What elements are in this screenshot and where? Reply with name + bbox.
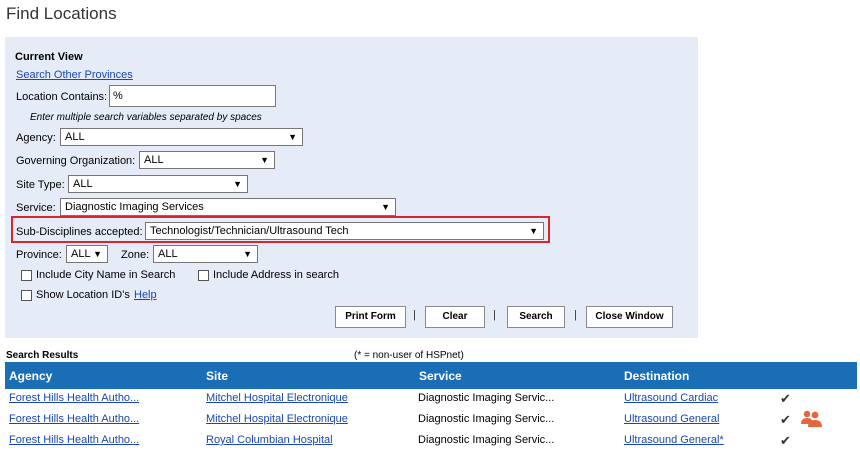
include-address-label: Include Address in search xyxy=(213,269,339,281)
table-row: Forest Hills Health Autho... Royal Colum… xyxy=(5,430,857,451)
search-results-title: Search Results xyxy=(6,350,79,361)
governing-org-select[interactable]: ALL ▼ xyxy=(139,151,275,169)
governing-org-label: Governing Organization: xyxy=(16,155,136,167)
chevron-down-icon: ▼ xyxy=(93,249,102,259)
search-form-panel: Current View Search Other Provinces Loca… xyxy=(5,37,698,338)
column-header-agency[interactable]: Agency xyxy=(9,369,52,383)
agency-link[interactable]: Forest Hills Health Autho... xyxy=(9,413,139,425)
service-select[interactable]: Diagnostic Imaging Services ▼ xyxy=(60,198,396,216)
service-label: Service: xyxy=(16,202,56,214)
section-title: Current View xyxy=(15,51,83,63)
chevron-down-icon: ▼ xyxy=(243,249,252,259)
agency-label: Agency: xyxy=(16,132,56,144)
print-form-button[interactable]: Print Form xyxy=(335,306,406,328)
service-select-value: Diagnostic Imaging Services xyxy=(65,201,204,213)
show-location-ids-checkbox[interactable] xyxy=(21,290,32,301)
service-cell: Diagnostic Imaging Servic... xyxy=(418,434,555,446)
agency-select-value: ALL xyxy=(65,131,85,143)
site-type-label: Site Type: xyxy=(16,179,65,191)
search-button[interactable]: Search xyxy=(507,306,565,328)
results-table-header: Agency Site Service Destination xyxy=(5,362,857,389)
destination-link[interactable]: Ultrasound General xyxy=(624,413,719,425)
search-hint: Enter multiple search variables separate… xyxy=(30,112,262,123)
site-type-select-value: ALL xyxy=(73,178,93,190)
service-cell: Diagnostic Imaging Servic... xyxy=(418,413,555,425)
destination-link[interactable]: Ultrasound Cardiac xyxy=(624,392,718,404)
location-contains-label: Location Contains: xyxy=(16,91,108,103)
button-separator: | xyxy=(413,309,416,321)
province-select[interactable]: ALL ▼ xyxy=(66,245,108,263)
results-note: (* = non-user of HSPnet) xyxy=(354,350,464,361)
show-location-ids-label: Show Location ID's xyxy=(36,289,130,301)
destination-link[interactable]: Ultrasound General* xyxy=(624,434,724,446)
close-window-button[interactable]: Close Window xyxy=(586,306,673,328)
agency-link[interactable]: Forest Hills Health Autho... xyxy=(9,434,139,446)
service-cell: Diagnostic Imaging Servic... xyxy=(418,392,555,404)
chevron-down-icon: ▼ xyxy=(233,179,242,189)
chevron-down-icon: ▼ xyxy=(260,155,269,165)
sub-disciplines-highlight xyxy=(11,216,550,243)
people-group-icon[interactable] xyxy=(800,409,824,428)
help-link[interactable]: Help xyxy=(134,289,157,301)
chevron-down-icon: ▼ xyxy=(288,132,297,142)
site-link[interactable]: Royal Columbian Hospital xyxy=(206,434,333,446)
column-header-destination[interactable]: Destination xyxy=(624,369,689,383)
zone-select[interactable]: ALL ▼ xyxy=(153,245,258,263)
page-title: Find Locations xyxy=(6,4,117,23)
clear-button[interactable]: Clear xyxy=(425,306,485,328)
zone-select-value: ALL xyxy=(158,248,178,260)
chevron-down-icon: ▼ xyxy=(381,202,390,212)
location-contains-input[interactable]: % xyxy=(109,85,276,107)
button-separator: | xyxy=(493,309,496,321)
site-link[interactable]: Mitchel Hospital Electronique xyxy=(206,413,348,425)
table-row: Forest Hills Health Autho... Mitchel Hos… xyxy=(5,388,857,409)
checkmark-icon: ✔ xyxy=(780,391,791,406)
agency-link[interactable]: Forest Hills Health Autho... xyxy=(9,392,139,404)
checkmark-icon: ✔ xyxy=(780,433,791,448)
governing-org-select-value: ALL xyxy=(144,154,164,166)
include-city-checkbox[interactable] xyxy=(21,270,32,281)
zone-label: Zone: xyxy=(121,249,150,261)
button-separator: | xyxy=(574,309,577,321)
column-header-site[interactable]: Site xyxy=(206,369,228,383)
site-link[interactable]: Mitchel Hospital Electronique xyxy=(206,392,348,404)
column-header-service[interactable]: Service xyxy=(419,369,462,383)
checkmark-icon: ✔ xyxy=(780,412,791,427)
include-city-label: Include City Name in Search xyxy=(36,269,176,281)
site-type-select[interactable]: ALL ▼ xyxy=(68,175,248,193)
province-label: Province: xyxy=(16,249,62,261)
agency-select[interactable]: ALL ▼ xyxy=(60,128,303,146)
include-address-checkbox[interactable] xyxy=(198,270,209,281)
search-other-provinces-link[interactable]: Search Other Provinces xyxy=(16,69,133,81)
table-row: Forest Hills Health Autho... Mitchel Hos… xyxy=(5,409,857,430)
province-select-value: ALL xyxy=(71,248,91,260)
